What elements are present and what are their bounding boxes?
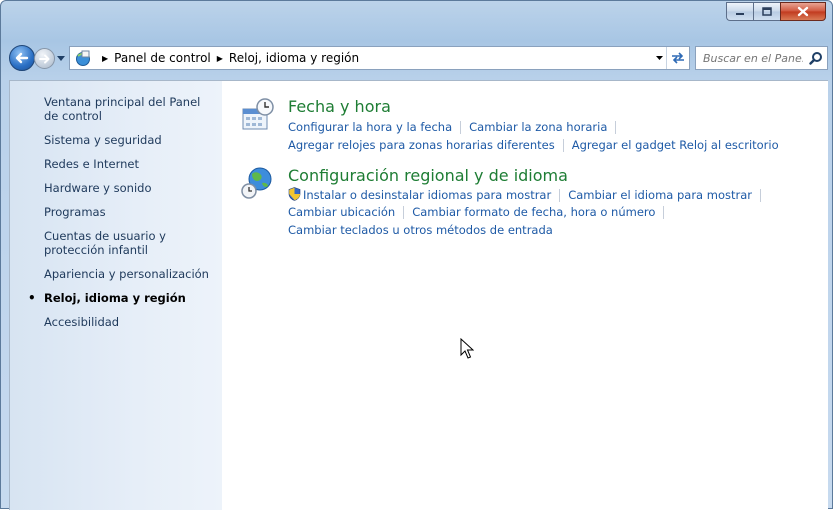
back-button[interactable] — [9, 45, 35, 71]
chevron-down-icon — [57, 55, 65, 61]
navigation-bar: ▶ Panel de control ▶ Reloj, idioma y reg… — [7, 45, 828, 73]
minimize-button[interactable] — [726, 2, 753, 21]
sidebar-item-redes-internet[interactable]: Redes e Internet — [44, 157, 216, 171]
control-panel-window: ▶ Panel de control ▶ Reloj, idioma y reg… — [0, 0, 833, 510]
refresh-button[interactable] — [666, 47, 689, 69]
close-button[interactable] — [780, 2, 826, 21]
address-actions — [652, 47, 689, 69]
calendar-clock-icon[interactable] — [240, 97, 274, 131]
link-cambiar-teclados[interactable]: Cambiar teclados u otros métodos de entr… — [288, 223, 553, 237]
separator — [663, 206, 665, 219]
breadcrumb-separator[interactable]: ▶ — [102, 54, 108, 63]
link-cambiar-idioma-mostrar[interactable]: Cambiar el idioma para mostrar — [568, 188, 752, 202]
link-cambiar-zona-horaria[interactable]: Cambiar la zona horaria — [469, 120, 607, 134]
search-icon[interactable] — [809, 51, 823, 65]
sidebar-item-hardware-sonido[interactable]: Hardware y sonido — [44, 181, 216, 195]
caption-buttons — [726, 2, 826, 21]
link-row: Cambiar ubicación Cambiar formato de fech… — [288, 205, 672, 219]
sidebar-item-accesibilidad[interactable]: Accesibilidad — [44, 315, 216, 329]
separator — [559, 189, 561, 202]
globe-clock-icon[interactable] — [240, 166, 274, 200]
sidebar-item-reloj-idioma-region[interactable]: Reloj, idioma y región — [28, 291, 216, 305]
separator — [460, 121, 462, 134]
refresh-icon — [672, 52, 684, 64]
category-title[interactable]: Configuración regional y de idioma — [288, 166, 568, 185]
link-agregar-relojes[interactable]: Agregar relojes para zonas horarias dife… — [288, 138, 555, 152]
breadcrumb-panel-de-control[interactable]: Panel de control — [114, 51, 211, 65]
sidebar: Ventana principal del Panel de control S… — [10, 81, 222, 510]
link-cambiar-ubicacion[interactable]: Cambiar ubicación — [288, 205, 395, 219]
address-dropdown[interactable] — [652, 56, 666, 60]
search-box[interactable] — [695, 46, 828, 70]
category-title[interactable]: Fecha y hora — [288, 97, 391, 116]
address-bar[interactable]: ▶ Panel de control ▶ Reloj, idioma y reg… — [69, 46, 690, 70]
link-row: Cambiar teclados u otros métodos de entr… — [288, 223, 553, 237]
maximize-icon — [762, 7, 772, 16]
search-input[interactable] — [701, 50, 805, 66]
recent-pages-dropdown[interactable] — [57, 53, 65, 63]
link-instalar-idiomas[interactable]: Instalar o desinstalar idiomas para most… — [303, 188, 551, 202]
link-cambiar-formato[interactable]: Cambiar formato de fecha, hora o número — [412, 205, 655, 219]
breadcrumb-separator[interactable]: ▶ — [217, 54, 223, 63]
link-row: Instalar o desinstalar idiomas para most… — [288, 187, 769, 202]
separator — [615, 121, 617, 134]
sidebar-item-cuentas-usuario[interactable]: Cuentas de usuario y protección infantil — [44, 229, 216, 257]
shield-icon — [288, 187, 301, 201]
separator — [760, 189, 761, 202]
sidebar-item-apariencia[interactable]: Apariencia y personalización — [44, 267, 216, 281]
separator — [562, 139, 564, 152]
link-agregar-gadget-reloj[interactable]: Agregar el gadget Reloj al escritorio — [572, 138, 779, 152]
maximize-button[interactable] — [753, 2, 780, 21]
minimize-icon — [736, 12, 744, 15]
separator — [403, 206, 405, 219]
chevron-down-icon — [655, 56, 663, 60]
close-icon — [797, 6, 809, 17]
back-arrow-icon — [15, 52, 29, 64]
mouse-cursor-icon — [460, 338, 474, 359]
link-configurar-hora-fecha[interactable]: Configurar la hora y la fecha — [288, 120, 452, 134]
breadcrumb-current[interactable]: Reloj, idioma y región — [229, 51, 359, 65]
content-area: Ventana principal del Panel de control S… — [9, 80, 828, 510]
sidebar-item-programas[interactable]: Programas — [44, 205, 216, 219]
control-panel-icon — [76, 50, 90, 66]
sidebar-item-ventana-principal[interactable]: Ventana principal del Panel de control — [44, 95, 216, 123]
forward-arrow-icon — [38, 54, 49, 63]
sidebar-item-sistema-seguridad[interactable]: Sistema y seguridad — [44, 133, 216, 147]
link-row: Configurar la hora y la fecha Cambiar la … — [288, 120, 624, 134]
link-row: Agregar relojes para zonas horarias dife… — [288, 138, 779, 152]
forward-button[interactable] — [34, 48, 55, 69]
